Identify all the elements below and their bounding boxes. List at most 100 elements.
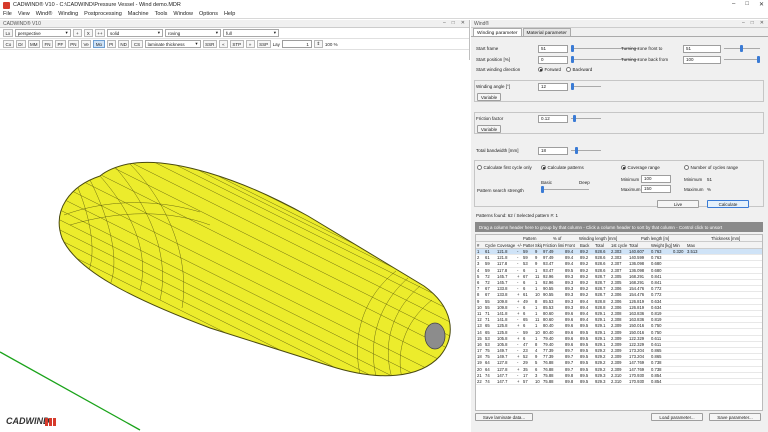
pn-button[interactable]: PN: [67, 40, 80, 48]
mo-button[interactable]: Mo: [93, 40, 105, 48]
chevron-down-icon: ▾: [195, 41, 198, 46]
stp-button[interactable]: STP: [229, 40, 244, 48]
calc-patterns-radio[interactable]: Calculate patterns: [541, 165, 584, 170]
cs-button[interactable]: CS: [131, 40, 143, 48]
ssp-button[interactable]: SSP: [256, 40, 271, 48]
nd-button[interactable]: ND: [117, 40, 130, 48]
menu-window[interactable]: Window: [173, 11, 193, 17]
grid-column-header-cell[interactable]: Max: [686, 243, 700, 248]
table-cell: 53: [485, 335, 490, 341]
view-mode-select[interactable]: perspective ▾: [14, 29, 71, 37]
settings-close-icon[interactable]: ✕: [760, 20, 764, 26]
grid-column-header-cell[interactable]: Skip: [534, 243, 542, 248]
pi-button[interactable]: PI: [106, 40, 116, 48]
table-cell: 0.738: [651, 366, 662, 372]
backward-radio[interactable]: Backward: [566, 67, 592, 72]
lx-button[interactable]: Lx: [3, 29, 13, 37]
dr-button[interactable]: Dr: [15, 40, 26, 48]
grid-column-header-cell[interactable]: Pattern: [522, 243, 534, 248]
thickness-select[interactable]: laminate thickness ▾: [144, 40, 201, 48]
friction-slider[interactable]: [571, 115, 601, 123]
friction-variable-button[interactable]: Variable: [477, 125, 501, 133]
grid-column-header-cell[interactable]: #: [476, 243, 484, 248]
grid-column-header-cell[interactable]: 1st cycle: [610, 243, 628, 248]
grid-column-header-cell[interactable]: Friction limit: [542, 243, 564, 248]
menu-winding[interactable]: Winding: [58, 11, 78, 17]
mm-button[interactable]: MM: [27, 40, 41, 48]
friction-input[interactable]: 0.12: [538, 115, 568, 123]
max-coverage-input[interactable]: 150: [641, 185, 671, 193]
pf-button[interactable]: PF: [55, 40, 66, 48]
bandwidth-input[interactable]: 18: [538, 147, 568, 155]
turn-back-slider[interactable]: [724, 56, 760, 64]
ve-button[interactable]: Ve: [81, 40, 92, 48]
minimize-icon[interactable]: –: [732, 1, 735, 8]
menu-wind[interactable]: Wind®: [36, 11, 53, 17]
render-mode-select[interactable]: solid ▾: [107, 29, 164, 37]
grid-column-header-cell[interactable]: Coverage [%]: [496, 243, 516, 248]
3d-viewport[interactable]: CADWIND: [0, 60, 470, 432]
grid-column-header-cell[interactable]: Min: [672, 243, 686, 248]
live-button[interactable]: Live: [657, 200, 699, 208]
step-back-icon[interactable]: «: [218, 40, 228, 48]
table-row[interactable]: 22 74 147.7 +57 10 75.88 89.8 89.5 929.3 2.310 170…: [476, 379, 762, 386]
menu-machine[interactable]: Machine: [128, 11, 149, 17]
num-cycles-radio[interactable]: Number of cycles range: [684, 165, 738, 170]
zoom-plus-plus-button[interactable]: ++: [94, 29, 106, 37]
grid-column-header-cell[interactable]: Weight [kg]: [650, 243, 672, 248]
zoom-in-button[interactable]: +: [72, 29, 82, 37]
menu-view[interactable]: View: [18, 11, 30, 17]
grid-column-header-cell[interactable]: Back: [579, 243, 594, 248]
layer-input[interactable]: 1: [281, 40, 312, 48]
coverage-range-radio[interactable]: Coverage range: [621, 165, 660, 170]
co-button[interactable]: Co: [3, 40, 14, 48]
table-cell: 12: [477, 317, 482, 323]
group-by-hint-bar[interactable]: Drag a column header here to group by th…: [475, 222, 763, 232]
start-position-input[interactable]: 0: [538, 56, 568, 64]
table-cell: 93.47: [543, 267, 554, 273]
grid-column-header-cell[interactable]: Cycles: [484, 243, 496, 248]
x-button[interactable]: X: [83, 29, 93, 37]
menu-help[interactable]: Help: [224, 11, 235, 17]
save-laminate-button[interactable]: Save laminate data...: [475, 413, 533, 421]
winding-angle-variable-button[interactable]: Variable: [477, 93, 501, 101]
menu-options[interactable]: Options: [199, 11, 218, 17]
range-select[interactable]: full ▾: [223, 29, 280, 37]
calculate-button[interactable]: Calculate: [707, 200, 749, 208]
viewport-maximize-icon[interactable]: □: [452, 20, 455, 26]
fiber-select[interactable]: roving ▾: [165, 29, 222, 37]
turn-back-input[interactable]: 100: [683, 56, 721, 64]
tab-winding-parameter[interactable]: Winding parameter: [473, 28, 522, 36]
layer-spinner[interactable]: ⇕: [313, 40, 323, 48]
ssr-button[interactable]: SSR: [202, 40, 217, 48]
settings-maximize-icon[interactable]: □: [751, 20, 754, 26]
viewport-panel: CADWIND® V10 – □ ✕ Lx perspective ▾ + X +…: [0, 20, 470, 432]
turn-front-slider[interactable]: [724, 45, 760, 53]
maximize-icon[interactable]: □: [745, 1, 749, 8]
grid-column-header-cell[interactable]: Total: [594, 243, 610, 248]
winding-angle-input[interactable]: 12: [538, 83, 568, 91]
search-strength-slider[interactable]: [541, 186, 589, 193]
menu-tools[interactable]: Tools: [155, 11, 168, 17]
forward-radio[interactable]: Forward: [538, 67, 561, 72]
start-frame-input[interactable]: 51: [538, 45, 568, 53]
load-parameter-button[interactable]: Load parameter...: [651, 413, 703, 421]
viewport-close-icon[interactable]: ✕: [461, 20, 465, 26]
viewport-minimize-icon[interactable]: –: [443, 20, 446, 26]
step-forward-icon[interactable]: »: [245, 40, 255, 48]
settings-minimize-icon[interactable]: –: [742, 20, 745, 26]
min-coverage-input[interactable]: 100: [641, 175, 671, 183]
tab-material-parameter[interactable]: Material parameter: [522, 28, 571, 36]
fn-button[interactable]: FN: [42, 40, 54, 48]
grid-column-header-cell[interactable]: Front: [564, 243, 579, 248]
turn-front-input[interactable]: 51: [683, 45, 721, 53]
bandwidth-slider[interactable]: [571, 147, 601, 155]
winding-angle-slider[interactable]: [571, 83, 601, 91]
menu-postprocessing[interactable]: Postprocessing: [84, 11, 122, 17]
menu-file[interactable]: File: [3, 11, 12, 17]
table-cell: 89.6: [565, 335, 574, 341]
save-parameter-button[interactable]: Save parameter...: [709, 413, 761, 421]
calc-first-cycle-radio[interactable]: Calculate first cycle only: [477, 165, 532, 170]
grid-column-header-cell[interactable]: Total: [628, 243, 650, 248]
close-icon[interactable]: ✕: [759, 1, 764, 8]
